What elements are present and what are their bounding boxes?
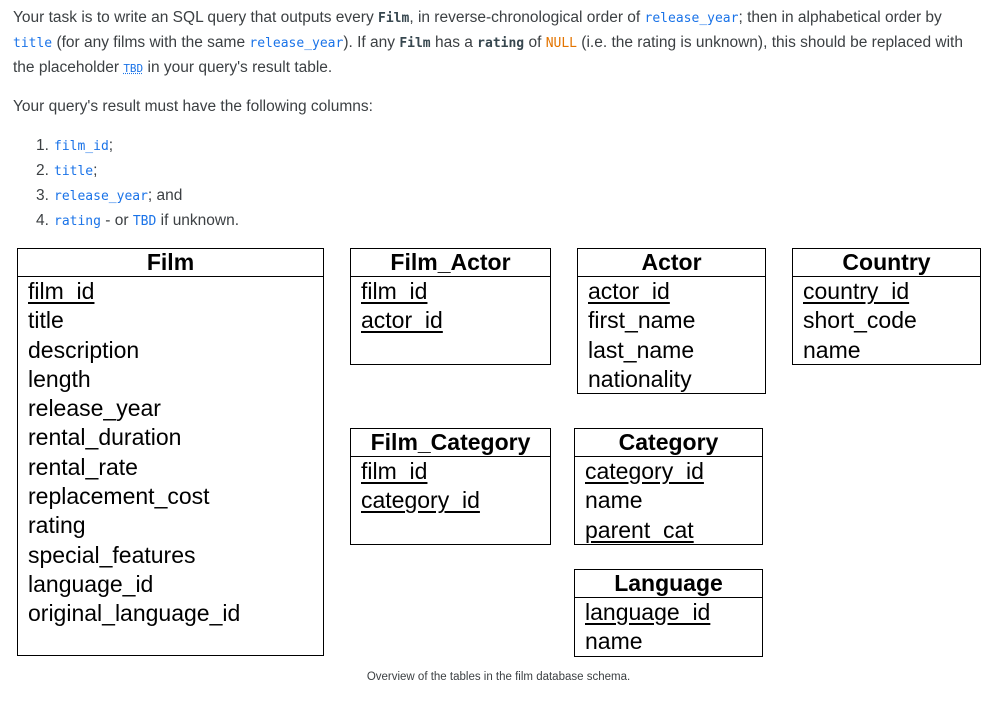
table-category: Category category_id name parent_cat	[574, 428, 763, 545]
figure-caption: Overview of the tables in the film datab…	[366, 671, 631, 683]
text: Your task is to write an SQL query that …	[13, 9, 379, 26]
field: length	[28, 365, 91, 392]
table-title: Film_Category	[351, 429, 550, 457]
code-null: NULL	[545, 36, 577, 51]
table-fields: film_id actor_id	[351, 277, 550, 336]
table-title: Actor	[578, 249, 765, 277]
code-title: title	[13, 36, 53, 51]
code-film: Film	[399, 36, 431, 51]
table-title: Language	[575, 570, 762, 598]
text: ). If any	[343, 34, 400, 51]
field-primary-key: category_id	[585, 458, 704, 484]
field: title	[28, 307, 64, 334]
field: description	[28, 336, 140, 363]
field-primary-key: actor_id	[588, 278, 670, 304]
field: short_code	[803, 307, 917, 334]
table-title: Film_Actor	[351, 249, 550, 277]
field-foreign-key: parent_cat	[585, 516, 694, 543]
table-title: Film	[18, 249, 323, 277]
task-description: Your task is to write an SQL query that …	[13, 6, 985, 81]
table-fields: actor_id first_name last_name nationalit…	[578, 277, 765, 394]
code-rating: rating	[477, 36, 525, 51]
field: nationality	[588, 365, 692, 392]
tbd-placeholder: TBD	[123, 62, 144, 75]
requirement-text: Your query's result must have the follow…	[13, 98, 373, 115]
field-primary-key: film_id	[28, 278, 95, 304]
text: , in reverse-chronological order of	[409, 9, 645, 26]
code-film-id: film_id	[54, 139, 109, 154]
table-film-actor: Film_Actor film_id actor_id	[350, 248, 551, 365]
table-title: Category	[575, 429, 762, 457]
list-item: 4. rating - or TBD if unknown.	[36, 209, 239, 234]
text: ;	[93, 162, 98, 179]
field: replacement_cost	[28, 483, 210, 510]
list-number: 3.	[36, 187, 49, 204]
field-primary-key: language_id	[585, 599, 711, 625]
code-tbd: TBD	[132, 214, 157, 229]
field-primary-key: actor_id	[361, 307, 443, 334]
field: release_year	[28, 395, 161, 422]
text: in your query's result table.	[143, 59, 333, 76]
table-film: Film film_id title description length re…	[17, 248, 324, 656]
table-title: Country	[793, 249, 980, 277]
task-paragraph: Your task is to write an SQL query that …	[13, 6, 985, 81]
list-item: 2. title;	[36, 159, 239, 184]
list-item: 1. film_id;	[36, 134, 239, 159]
field: original_language_id	[28, 600, 241, 627]
code-release-year: release_year	[644, 11, 739, 26]
field: rating	[28, 512, 86, 539]
table-actor: Actor actor_id first_name last_name nati…	[577, 248, 766, 394]
field: first_name	[588, 307, 696, 334]
field: name	[585, 628, 643, 655]
field: rental_duration	[28, 424, 182, 451]
field: name	[585, 487, 643, 514]
field-primary-key: category_id	[361, 487, 480, 514]
list-number: 1.	[36, 137, 49, 154]
field: special_features	[28, 541, 196, 568]
table-language: Language language_id name	[574, 569, 763, 657]
text: ;	[108, 137, 114, 154]
list-item: 3. release_year; and	[36, 184, 239, 209]
text: (for any films with the same	[52, 34, 250, 51]
table-fields: country_id short_code name	[793, 277, 980, 365]
table-fields: film_id category_id	[351, 457, 550, 516]
text: ; and	[147, 187, 183, 204]
code-title: title	[54, 164, 94, 179]
list-number: 2.	[36, 162, 49, 179]
required-columns-list: 1. film_id; 2. title; 3. release_year; and …	[36, 134, 239, 234]
field: name	[803, 336, 861, 363]
field: last_name	[588, 336, 695, 363]
text: if unknown.	[156, 212, 240, 229]
text: ; then in alphabetical order by	[738, 9, 942, 26]
field-primary-key: film_id	[361, 458, 428, 484]
field-primary-key: film_id	[361, 278, 428, 304]
table-fields: category_id name parent_cat	[575, 457, 762, 545]
code-release-year: release_year	[249, 36, 344, 51]
text: - or	[100, 212, 133, 229]
text: has a	[430, 34, 478, 51]
field: language_id	[28, 570, 154, 597]
table-fields: language_id name	[575, 598, 762, 657]
code-rating: rating	[54, 214, 101, 229]
list-number: 4.	[36, 212, 49, 229]
text: of	[524, 34, 546, 51]
table-country: Country country_id short_code name	[792, 248, 981, 365]
code-release-year: release_year	[54, 189, 148, 204]
code-film: Film	[378, 11, 410, 26]
field: rental_rate	[28, 453, 138, 480]
field-primary-key: country_id	[803, 278, 910, 304]
table-film-category: Film_Category film_id category_id	[350, 428, 551, 545]
table-fields: film_id title description length release…	[18, 277, 323, 629]
